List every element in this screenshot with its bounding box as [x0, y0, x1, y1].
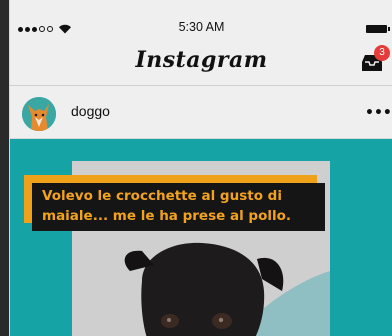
inbox-badge: 3: [374, 45, 390, 61]
post-header: [10, 86, 392, 139]
meme-caption: Volevo le crocchette al gusto di maiale.…: [32, 183, 325, 231]
app-logo: Instagram: [135, 47, 268, 73]
more-options-icon[interactable]: •••: [365, 105, 392, 121]
post-username[interactable]: doggo: [71, 103, 110, 119]
status-bar: 5:30 AM: [10, 0, 392, 40]
phone-screen: 5:30 AM Instagram 3 doggo ••• Volevo le …: [9, 0, 392, 336]
status-time: 5:30 AM: [178, 20, 225, 34]
post-image[interactable]: Volevo le crocchette al gusto di maiale.…: [10, 139, 392, 336]
avatar[interactable]: [22, 97, 56, 131]
battery-icon: [366, 25, 390, 33]
caption-line-1: Volevo le crocchette al gusto di: [42, 188, 282, 204]
caption-line-2: maiale... me le ha prese al pollo.: [42, 208, 292, 224]
